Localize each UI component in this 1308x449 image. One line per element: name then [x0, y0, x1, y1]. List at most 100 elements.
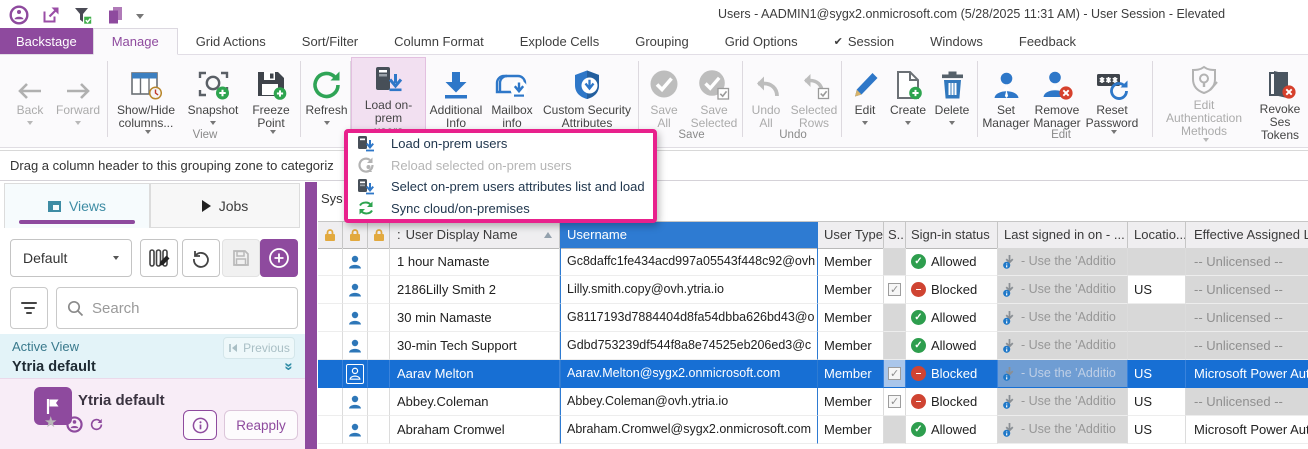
location-cell[interactable]: US	[1128, 276, 1186, 304]
user-type-cell[interactable]: Member	[818, 276, 884, 304]
sync-flag-cell[interactable]	[884, 360, 906, 388]
user-display-name-cell[interactable]: Aarav Melton	[390, 360, 560, 388]
user-display-name-cell[interactable]: 30-min Tech Support	[390, 332, 560, 360]
username-cell[interactable]: Abraham.Cromwel@sygx2.onmicrosoft.com	[560, 416, 818, 444]
filter-list-button[interactable]	[10, 287, 48, 329]
location-cell[interactable]	[1128, 248, 1186, 276]
last-signed-in-cell[interactable]: - Use the 'Additio	[998, 248, 1128, 276]
col-header-username[interactable]: Username	[560, 222, 818, 249]
filter-check-icon[interactable]	[72, 4, 94, 26]
sync-flag-cell[interactable]	[884, 248, 906, 276]
edit-columns-button[interactable]	[140, 239, 178, 277]
lock-column-header-3[interactable]	[368, 222, 390, 249]
table-row[interactable]: Aarav MeltonAarav.Melton@sygx2.onmicroso…	[318, 360, 1308, 388]
license-cell[interactable]: -- Unlicensed --	[1186, 248, 1308, 276]
location-cell[interactable]	[1128, 304, 1186, 332]
search-box[interactable]	[56, 287, 298, 329]
export-share-icon[interactable]	[40, 4, 62, 26]
refresh-button[interactable]: Refresh	[303, 58, 350, 142]
username-cell[interactable]: Abbey.Coleman@ovh.ytria.io	[560, 388, 818, 416]
tab-explode-cells[interactable]: Explode Cells	[502, 28, 618, 54]
last-signed-in-cell[interactable]: - Use the 'Additio	[998, 360, 1128, 388]
table-row[interactable]: 30 min NamasteG8117193d7884404d8fa54dbba…	[318, 304, 1308, 332]
tab-grid-options[interactable]: Grid Options	[707, 28, 816, 54]
user-display-name-cell[interactable]: Abraham Cromwel	[390, 416, 560, 444]
col-header-license[interactable]: Effective Assigned Li	[1186, 222, 1308, 249]
user-display-name-cell[interactable]: 30 min Namaste	[390, 304, 560, 332]
user-display-name-cell[interactable]: 2186Lilly Smith 2	[390, 276, 560, 304]
col-header-s[interactable]: S...	[884, 222, 906, 249]
user-display-name-cell[interactable]: Abbey.Coleman	[390, 388, 560, 416]
table-row[interactable]: 2186Lilly Smith 2Lilly.smith.copy@ovh.yt…	[318, 276, 1308, 304]
user-type-cell[interactable]: Member	[818, 360, 884, 388]
reapply-button[interactable]: Reapply	[224, 410, 298, 440]
menu-item-load-onprem-users[interactable]: Load on-prem users	[348, 133, 653, 155]
chevron-double-down-icon[interactable]: »	[280, 362, 297, 370]
location-cell[interactable]	[1128, 332, 1186, 360]
user-type-cell[interactable]: Member	[818, 332, 884, 360]
user-type-cell[interactable]: Member	[818, 388, 884, 416]
ytria-logo-icon[interactable]	[8, 4, 30, 26]
license-cell[interactable]: -- Unlicensed --	[1186, 332, 1308, 360]
edit-button[interactable]: Edit	[846, 58, 884, 142]
location-cell[interactable]: US	[1128, 416, 1186, 444]
sync-flag-cell[interactable]	[884, 304, 906, 332]
sync-flag-cell[interactable]	[884, 332, 906, 360]
license-cell[interactable]: -- Unlicensed --	[1186, 388, 1308, 416]
tab-windows[interactable]: Windows	[912, 28, 1001, 54]
sync-flag-cell[interactable]	[884, 276, 906, 304]
tab-feedback[interactable]: Feedback	[1001, 28, 1094, 54]
table-row[interactable]: 30-min Tech SupportGdbd753239df544f8a8e7…	[318, 332, 1308, 360]
username-cell[interactable]: Lilly.smith.copy@ovh.ytria.io	[560, 276, 818, 304]
tab-column-format[interactable]: Column Format	[376, 28, 502, 54]
last-signed-in-cell[interactable]: - Use the 'Additio	[998, 416, 1128, 444]
sync-flag-cell[interactable]	[884, 388, 906, 416]
tab-jobs[interactable]: Jobs	[150, 183, 300, 228]
signin-status-cell[interactable]: ✓Allowed	[906, 248, 998, 276]
user-type-cell[interactable]: Member	[818, 248, 884, 276]
view-card[interactable]: Ytria default ★ Reapply	[0, 378, 305, 449]
user-type-cell[interactable]: Member	[818, 416, 884, 444]
signin-status-cell[interactable]: ✓Allowed	[906, 304, 998, 332]
user-display-name-cell[interactable]: 1 hour Namaste	[390, 248, 560, 276]
tab-sort-filter[interactable]: Sort/Filter	[284, 28, 376, 54]
table-row[interactable]: Abbey.ColemanAbbey.Coleman@ovh.ytria.ioM…	[318, 388, 1308, 416]
copy-pages-icon[interactable]	[104, 4, 126, 26]
signin-status-cell[interactable]: –Blocked	[906, 388, 998, 416]
menu-item-sync-cloud-onprem[interactable]: Sync cloud/on-premises	[348, 198, 653, 220]
col-header-user-type[interactable]: User Type	[818, 222, 884, 249]
menu-item-select-attributes[interactable]: Select on-prem users attributes list and…	[348, 176, 653, 198]
license-cell[interactable]: -- Unlicensed --	[1186, 304, 1308, 332]
create-button[interactable]: Create	[886, 58, 930, 142]
tab-session[interactable]: Session	[816, 28, 912, 54]
delete-button[interactable]: Delete	[930, 58, 974, 142]
reset-view-button[interactable]	[182, 239, 220, 277]
view-selector-dropdown[interactable]: Default	[10, 239, 132, 277]
signin-status-cell[interactable]: ✓Allowed	[906, 332, 998, 360]
username-cell[interactable]: Gc8daffc1fe434acd997a05543f448c92@ovh	[560, 248, 818, 276]
username-cell[interactable]: Gdbd753239df544f8a8e74525eb206ed3@c	[560, 332, 818, 360]
lock-column-header-1[interactable]	[318, 222, 343, 249]
license-cell[interactable]: -- Unlicensed --	[1186, 276, 1308, 304]
signin-status-cell[interactable]: –Blocked	[906, 276, 998, 304]
favorite-star-icon[interactable]: ★	[44, 413, 57, 431]
license-cell[interactable]: Microsoft Power Aut	[1186, 360, 1308, 388]
last-signed-in-cell[interactable]: - Use the 'Additio	[998, 304, 1128, 332]
search-input[interactable]	[92, 300, 262, 317]
toolbar-options-caret-icon[interactable]	[136, 14, 144, 19]
col-header-last-signed-in[interactable]: Last signed in on - ...	[998, 222, 1128, 249]
table-row[interactable]: 1 hour NamasteGc8daffc1fe434acd997a05543…	[318, 248, 1308, 276]
tab-grouping[interactable]: Grouping	[617, 28, 706, 54]
tab-views[interactable]: Views	[4, 183, 150, 228]
revoke-session-tokens-button[interactable]: Revoke Ses Tokens	[1252, 58, 1308, 142]
last-signed-in-cell[interactable]: - Use the 'Additio	[998, 332, 1128, 360]
last-signed-in-cell[interactable]: - Use the 'Additio	[998, 276, 1128, 304]
license-cell[interactable]: Microsoft Power Aut	[1186, 416, 1308, 444]
signin-status-cell[interactable]: ✓Allowed	[906, 416, 998, 444]
last-signed-in-cell[interactable]: - Use the 'Additio	[998, 388, 1128, 416]
sync-flag-cell[interactable]	[884, 416, 906, 444]
user-type-cell[interactable]: Member	[818, 304, 884, 332]
signin-status-cell[interactable]: –Blocked	[906, 360, 998, 388]
add-view-button[interactable]	[260, 239, 298, 277]
col-header-signin-status[interactable]: Sign-in status	[906, 222, 998, 249]
